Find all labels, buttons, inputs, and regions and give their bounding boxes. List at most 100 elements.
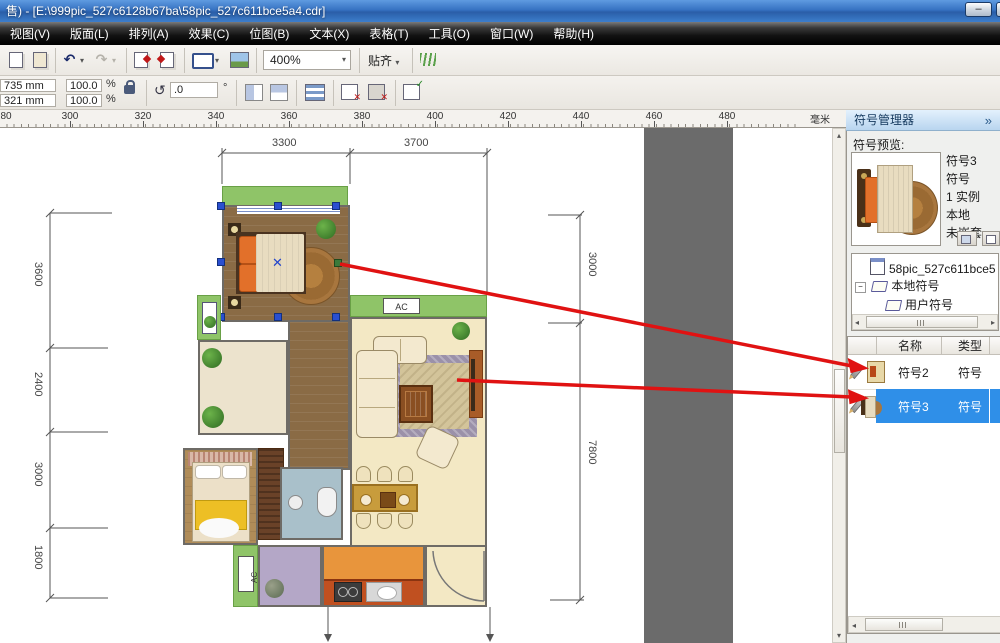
tree-hscroll-thumb[interactable] — [866, 316, 978, 328]
mirror-vertical-icon[interactable] — [270, 84, 288, 101]
ruler-unit-label: 毫米 — [810, 115, 830, 126]
dining-chair — [377, 513, 392, 529]
undo-icon[interactable]: ↶ — [61, 51, 78, 68]
canvas-vscrollbar[interactable]: ▴ ▾ — [832, 128, 846, 643]
menu-effects[interactable]: 效果(C) — [185, 23, 234, 44]
col-header-name[interactable]: 名称 — [898, 337, 922, 354]
ac-unit-label-box: AC — [383, 298, 420, 314]
scroll-down-icon[interactable]: ▾ — [833, 631, 845, 640]
remove-fill-icon[interactable]: ✕ — [341, 84, 361, 102]
application-launcher-icon[interactable] — [192, 53, 214, 69]
text-wrap-icon[interactable] — [305, 84, 325, 101]
tree-item-document[interactable]: 58pic_527c611bce5 — [870, 258, 996, 276]
selection-handle[interactable] — [217, 258, 225, 266]
minimize-icon: – — [975, 3, 982, 15]
snap-dropdown-icon: ▾ — [395, 58, 400, 67]
hallway — [288, 322, 350, 470]
scroll-left-icon[interactable]: ◂ — [852, 621, 856, 630]
lock-ratio-icon[interactable] — [124, 80, 135, 94]
tree-hscrollbar[interactable]: ◂ ▸ — [852, 314, 998, 330]
object-x-field[interactable] — [0, 79, 56, 92]
dim-label-left-3: 3000 — [32, 462, 44, 487]
mirror-horizontal-icon[interactable] — [245, 84, 263, 101]
plant — [452, 322, 470, 340]
menu-table[interactable]: 表格(T) — [365, 23, 412, 44]
bed2-pillow — [222, 465, 247, 479]
scroll-left-icon[interactable]: ◂ — [855, 318, 859, 327]
object-y-field[interactable] — [0, 94, 56, 107]
dining-chair — [356, 466, 371, 482]
tree-expander-icon[interactable]: − — [855, 282, 866, 293]
rotation-icon: ↺ — [154, 82, 166, 98]
symbol-thumbnail-armchair — [867, 361, 885, 383]
scroll-up-icon[interactable]: ▴ — [833, 131, 845, 140]
launcher-dropdown-icon[interactable]: ▾ — [215, 56, 219, 65]
dining-table — [352, 484, 418, 512]
minimize-button[interactable]: – — [965, 2, 992, 17]
rotation-field[interactable] — [170, 82, 218, 98]
snap-menu[interactable]: 贴齐 ▾ — [368, 52, 399, 69]
selection-handle-green[interactable] — [334, 259, 342, 267]
study-room — [198, 340, 288, 435]
ac-label: AC — [395, 302, 408, 312]
menu-view[interactable]: 视图(V) — [6, 23, 54, 44]
col-header-type[interactable]: 类型 — [958, 337, 982, 354]
kitchen — [322, 545, 425, 607]
stove — [334, 582, 362, 602]
fullscreen-preview-icon[interactable] — [230, 52, 249, 68]
dim-label-left-1: 3600 — [32, 262, 44, 287]
horizontal-ruler[interactable]: 80 300 320 340 360 380 400 420 440 460 4… — [0, 110, 846, 128]
scroll-right-icon[interactable]: ▸ — [991, 318, 995, 327]
selection-handle[interactable] — [217, 202, 225, 210]
tv-cabinet — [469, 350, 483, 418]
symbol-row-1[interactable]: 符号2 符号 — [848, 355, 1000, 390]
selection-handle[interactable] — [274, 313, 282, 321]
dim-label-right-2: 7800 — [586, 440, 598, 465]
balcony-bottom: AC — [233, 545, 259, 607]
tree-item-user-symbols[interactable]: 用户符号 — [884, 296, 953, 313]
dining-chair — [377, 466, 392, 482]
vscroll-thumb[interactable] — [834, 369, 845, 453]
bed-symbol-instance[interactable]: ✕ — [222, 205, 350, 322]
list-hscroll-thumb[interactable] — [865, 618, 943, 631]
menu-bitmaps[interactable]: 位图(B) — [245, 23, 293, 44]
tree-item-local-symbols[interactable]: − 本地符号 — [855, 277, 939, 294]
maximize-button[interactable] — [996, 2, 1000, 17]
menu-layout[interactable]: 版面(L) — [66, 23, 113, 44]
menu-bar: 视图(V) 版面(L) 排列(A) 效果(C) 位图(B) 文本(X) 表格(T… — [0, 22, 1000, 45]
copy-icon[interactable] — [9, 52, 23, 68]
zoom-level-combo[interactable]: 400% ▾ — [263, 50, 351, 70]
options-icon[interactable] — [420, 53, 436, 66]
menu-help[interactable]: 帮助(H) — [549, 23, 598, 44]
gray-band-object — [644, 128, 733, 643]
menu-tools[interactable]: 工具(O) — [425, 23, 474, 44]
undo-dropdown-icon[interactable]: ▾ — [80, 56, 84, 65]
export-icon[interactable] — [156, 52, 174, 68]
menu-text[interactable]: 文本(X) — [305, 23, 353, 44]
remove-outline-icon[interactable]: ✕ — [368, 84, 388, 102]
list-hscrollbar[interactable]: ◂ — [848, 616, 1000, 633]
menu-window[interactable]: 窗口(W) — [486, 23, 537, 44]
edit-symbol-button[interactable] — [982, 231, 1000, 246]
selection-handle[interactable] — [332, 313, 340, 321]
apply-symbol-icon[interactable]: ✓ — [403, 79, 424, 100]
edit-pencil-icon[interactable] — [849, 363, 865, 380]
dim-label-left-2: 2400 — [32, 372, 44, 397]
symbol-row-2-selected[interactable]: 符号3 符号 — [848, 389, 1000, 423]
import-icon[interactable] — [134, 52, 152, 68]
redo-dropdown-icon: ▾ — [112, 56, 117, 65]
paste-icon[interactable] — [33, 52, 47, 68]
docker-title-bar[interactable]: 符号管理器 » — [846, 110, 1000, 131]
menu-arrange[interactable]: 排列(A) — [125, 23, 173, 44]
percent-y-label: % — [106, 93, 116, 105]
selection-handle[interactable] — [274, 202, 282, 210]
docker-collapse-icon[interactable]: » — [985, 110, 992, 131]
dim-label-top-1: 3300 — [272, 137, 297, 149]
bed2-sheet — [199, 518, 239, 538]
zoom-level-value: 400% — [270, 53, 301, 67]
export-symbol-button[interactable] — [957, 231, 977, 246]
zoom-dropdown-icon[interactable]: ▾ — [342, 51, 346, 69]
selection-handle[interactable] — [332, 202, 340, 210]
scale-x-field[interactable] — [66, 79, 102, 92]
scale-y-field[interactable] — [66, 94, 102, 107]
